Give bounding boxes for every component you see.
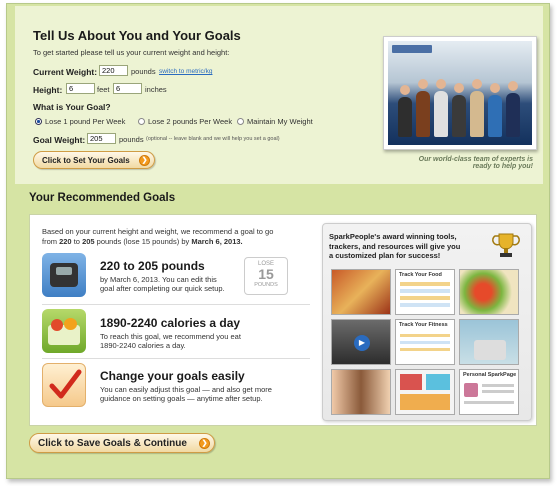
set-goals-button[interactable]: Click to Set Your Goals ❯ (33, 151, 155, 169)
recommended-title: Your Recommended Goals (29, 192, 176, 204)
trophy-icon (491, 230, 521, 260)
goal-weight-note: (optional -- leave blank and we will hel… (146, 136, 280, 142)
save-goals-button[interactable]: Click to Save Goals & Continue ❯ (29, 433, 215, 453)
about-you-panel: Tell Us About You and Your Goals To get … (15, 6, 543, 184)
track-fitness-thumbnail: Track Your Fitness (395, 319, 455, 365)
divider (42, 358, 310, 359)
track-food-thumbnail: Track Your Food (395, 269, 455, 315)
current-weight-label: Current Weight: (33, 67, 98, 77)
radio-selected-icon[interactable] (35, 118, 42, 125)
height-inches-input[interactable] (113, 83, 142, 94)
page-frame: Tell Us About You and Your Goals To get … (6, 3, 550, 479)
current-weight-unit: pounds (131, 67, 156, 76)
radio-icon[interactable] (138, 118, 145, 125)
scale-icon (42, 253, 86, 297)
play-icon[interactable]: ▶ (354, 335, 370, 351)
recommendation-summary: Based on your current height and weight,… (42, 227, 274, 246)
switch-to-metric-link[interactable]: switch to metric/kg (159, 68, 212, 75)
lose-pounds-badge: LOSE 15 POUNDS (244, 257, 288, 295)
personal-sparkpage-thumbnail: Personal SparkPage (459, 369, 519, 415)
experts-photo (383, 36, 537, 150)
height-label: Height: (33, 85, 63, 95)
fitness-video-thumbnail: ▶ (331, 319, 391, 365)
about-intro: To get started please tell us your curre… (33, 48, 230, 57)
photo-caption: Our world-class team of experts is ready… (418, 156, 533, 170)
height-feet-unit: feet (97, 85, 110, 94)
height-feet-input[interactable] (66, 83, 95, 94)
recommended-goals-panel: Based on your current height and weight,… (29, 214, 537, 426)
goal-option-lose-1[interactable]: Lose 1 pound Per Week (35, 117, 125, 126)
goal-weight-label: Goal Weight: (33, 135, 86, 145)
goal-weight-unit: pounds (119, 135, 144, 144)
sparkpage-collage-thumbnail (395, 369, 455, 415)
promo-text: SparkPeople's award winning tools, track… (329, 232, 461, 260)
height-inches-unit: inches (145, 85, 167, 94)
goal-option-maintain[interactable]: Maintain My Weight (237, 117, 313, 126)
divider (42, 304, 310, 305)
salad-thumbnail (459, 269, 519, 315)
goal-change-item: Change your goals easily You can easily … (100, 369, 272, 403)
goal-question: What is Your Goal? (33, 102, 111, 112)
sparkpeople-promo: SparkPeople's award winning tools, track… (322, 223, 532, 421)
goal-weight-input[interactable] (87, 133, 116, 144)
pizza-thumbnail (331, 269, 391, 315)
scale-feet-thumbnail (459, 319, 519, 365)
about-title: Tell Us About You and Your Goals (33, 28, 241, 43)
checkmark-icon (42, 363, 86, 407)
banner-sign (392, 45, 432, 53)
arrow-right-icon: ❯ (139, 155, 150, 166)
radio-icon[interactable] (237, 118, 244, 125)
current-weight-input[interactable] (99, 65, 128, 76)
goal-option-lose-2[interactable]: Lose 2 pounds Per Week (138, 117, 232, 126)
people-thumbnail (331, 369, 391, 415)
food-tray-icon (42, 309, 86, 353)
arrow-right-icon: ❯ (199, 438, 210, 449)
